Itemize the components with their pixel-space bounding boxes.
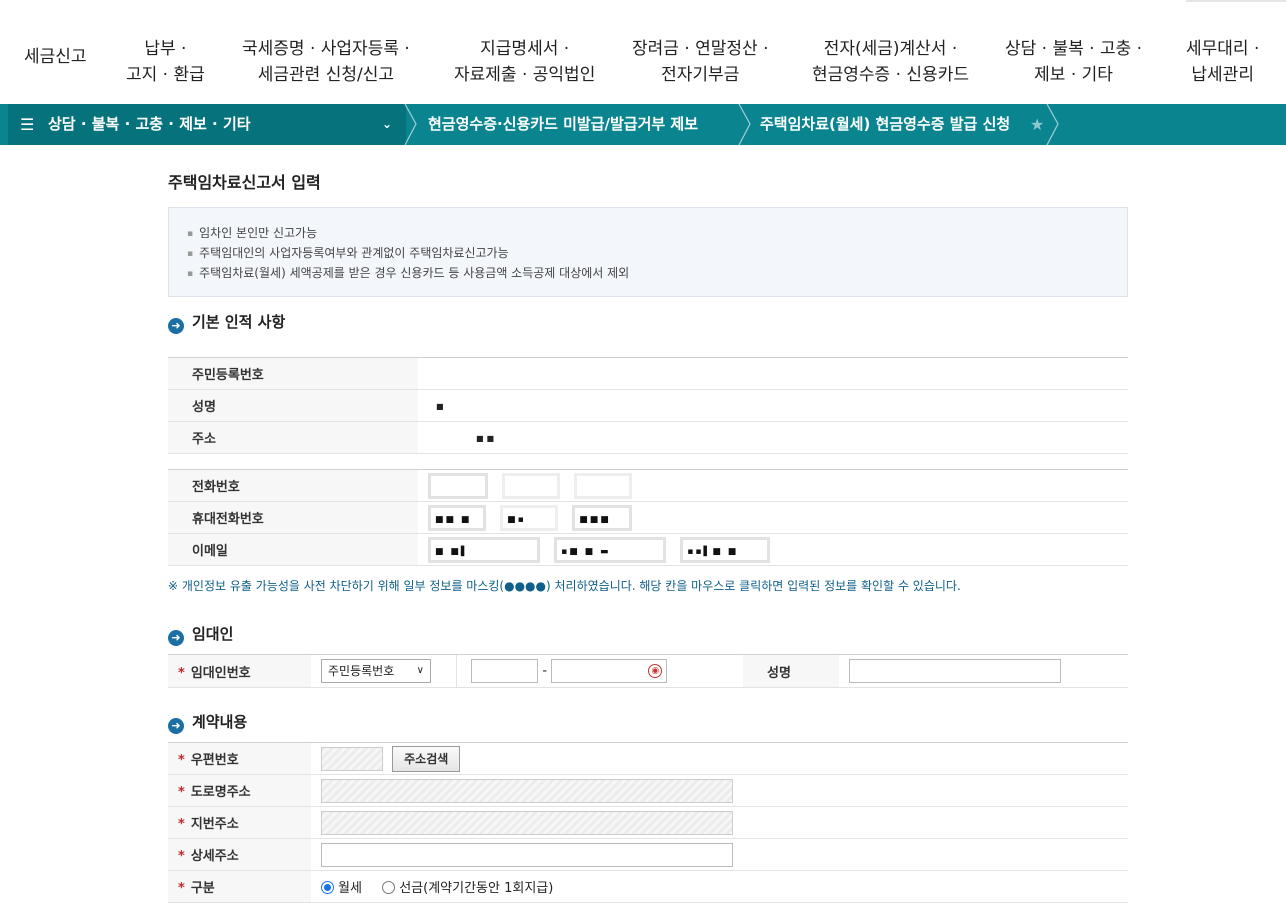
info-item: 주택임차료(월세) 세액공제를 받은 경우 신용카드 등 사용금액 소득공제 대… bbox=[187, 264, 1109, 284]
section-heading-contract: ➜ 계약내용 bbox=[168, 711, 247, 734]
breadcrumb-item-report[interactable]: 현금영수증·신용카드 미발급/발급거부 제보 bbox=[428, 104, 698, 145]
label-type: * 구분 bbox=[168, 870, 311, 903]
nav-payment-statement[interactable]: 지급명세서 · 자료제출 · 공익법인 bbox=[454, 36, 595, 88]
masking-notice: ※ 개인정보 유출 가능성을 사전 차단하기 위해 일부 정보를 마스킹(●●●… bbox=[168, 579, 961, 593]
info-item: 임차인 본인만 신고가능 bbox=[187, 224, 1109, 244]
label-email: 이메일 bbox=[168, 533, 418, 566]
jibun-address-cell bbox=[311, 806, 1128, 839]
section-heading-basic: ➜ 기본 인적 사항 bbox=[168, 311, 285, 334]
section-heading-text: 임대인 bbox=[192, 625, 234, 643]
zipcode-input[interactable] bbox=[321, 746, 383, 771]
breadcrumb-bar: ☰ 상담 · 불복 · 고충 · 제보 · 기타 ⌄ 현금영수증·신용카드 미발… bbox=[0, 104, 1286, 145]
basic-info-table: 주민등록번호 성명 ■ 주소 ■■ bbox=[168, 357, 1128, 454]
section-heading-text: 기본 인적 사항 bbox=[192, 313, 286, 331]
landlord-id-front-input[interactable] bbox=[471, 659, 539, 683]
label-phone: 전화번호 bbox=[168, 469, 418, 502]
landlord-name-cell bbox=[839, 654, 1128, 688]
label-resident-number: 주민등록번호 bbox=[168, 357, 418, 390]
nav-tax-return[interactable]: 세금신고 bbox=[24, 44, 87, 70]
landlord-id-back-input[interactable]: ◉ bbox=[551, 659, 668, 683]
road-address-cell bbox=[311, 774, 1128, 807]
star-icon[interactable]: ★ bbox=[1030, 104, 1044, 145]
landlord-table: * 임대인번호 주민등록번호 ∨ - ◉ 성명 bbox=[168, 654, 1128, 688]
value-name-masked[interactable]: ■ bbox=[418, 389, 1128, 422]
label-jibun-address: * 지번주소 bbox=[168, 806, 311, 839]
phone-field-1[interactable] bbox=[428, 472, 488, 499]
info-box: 임차인 본인만 신고가능 주택임대인의 사업자등록여부와 관계없이 주택임차료신… bbox=[168, 207, 1128, 297]
keyboard-security-icon[interactable]: ◉ bbox=[648, 664, 663, 678]
mobile-field-1[interactable]: ■■ ■ bbox=[428, 504, 486, 531]
label-mobile: 휴대전화번호 bbox=[168, 501, 418, 534]
nav-tax-agent[interactable]: 세무대리 · 납세관리 bbox=[1186, 36, 1259, 88]
top-divider bbox=[1186, 0, 1286, 2]
section-heading-text: 계약내용 bbox=[192, 713, 248, 731]
landlord-id-fields: 주민등록번호 ∨ - ◉ bbox=[311, 654, 743, 688]
arrow-circle-icon: ➜ bbox=[168, 630, 184, 646]
label-detail-address: * 상세주소 bbox=[168, 838, 311, 871]
dash-separator: - bbox=[542, 663, 548, 679]
breadcrumb-separator-icon bbox=[738, 104, 752, 145]
landlord-name-input[interactable] bbox=[849, 659, 1061, 683]
email-fields: ■ ■▌ ▪■ ■ ▬ ▪▪▌■ ■ bbox=[418, 533, 1128, 566]
jibun-address-input[interactable] bbox=[321, 810, 733, 835]
nav-certificate-registration[interactable]: 국세증명 · 사업자등록 · 세금관련 신청/신고 bbox=[242, 36, 410, 88]
label-name: 성명 bbox=[168, 389, 418, 422]
breadcrumb-item-current[interactable]: 주택임차료(월세) 현금영수증 발급 신청 bbox=[760, 104, 1010, 145]
email-id-field[interactable]: ■ ■▌ bbox=[428, 536, 540, 563]
radio-lumpsum[interactable] bbox=[382, 881, 396, 894]
road-address-input[interactable] bbox=[321, 778, 733, 803]
label-landlord-id: * 임대인번호 bbox=[168, 654, 311, 688]
chevron-down-icon[interactable]: ⌄ bbox=[382, 104, 392, 145]
mobile-field-3[interactable]: ■■■ bbox=[572, 504, 633, 531]
nav-consultation-appeal[interactable]: 상담 · 불복 · 고충 · 제보 · 기타 bbox=[1005, 36, 1142, 88]
nav-payment-refund[interactable]: 납부 · 고지 · 환급 bbox=[126, 36, 205, 88]
mobile-fields: ■■ ■ ■▪ ■■■ bbox=[418, 501, 1128, 534]
phone-field-2[interactable] bbox=[502, 472, 561, 499]
label-zipcode: * 우편번호 bbox=[168, 742, 311, 775]
email-select-field[interactable]: ▪▪▌■ ■ bbox=[680, 536, 771, 563]
detail-address-cell bbox=[311, 838, 1128, 871]
address-search-button[interactable]: 주소검색 bbox=[392, 745, 461, 772]
value-resident-number[interactable] bbox=[418, 357, 1128, 390]
detail-address-input[interactable] bbox=[321, 842, 733, 867]
top-navigation: 세금신고 납부 · 고지 · 환급 국세증명 · 사업자등록 · 세금관련 신청… bbox=[0, 0, 1286, 104]
info-item: 주택임대인의 사업자등록여부와 관계없이 주택임차료신고가능 bbox=[187, 244, 1109, 264]
breadcrumb-separator-icon bbox=[1046, 104, 1060, 145]
landlord-id-type-select[interactable]: 주민등록번호 ∨ bbox=[321, 658, 431, 683]
breadcrumb-separator-icon bbox=[404, 104, 418, 145]
page-title: 주택임차료신고서 입력 bbox=[168, 173, 321, 192]
label-road-address: * 도로명주소 bbox=[168, 774, 311, 807]
value-address-masked[interactable]: ■■ bbox=[418, 421, 1128, 454]
hamburger-icon[interactable]: ☰ bbox=[20, 104, 34, 145]
arrow-circle-icon: ➜ bbox=[168, 718, 184, 734]
nav-electronic-invoice[interactable]: 전자(세금)계산서 · 현금영수증 · 신용카드 bbox=[812, 36, 969, 88]
contact-info-table: 전화번호 휴대전화번호 ■■ ■ ■▪ ■■■ 이메일 ■ ■▌ ▪■ ■ ▬ … bbox=[168, 469, 1128, 566]
type-radio-group: 월세 선금(계약기간동안 1회지급) bbox=[311, 870, 1128, 903]
phone-fields bbox=[418, 469, 1128, 502]
phone-field-3[interactable] bbox=[574, 472, 633, 499]
radio-monthly[interactable] bbox=[321, 881, 334, 894]
arrow-circle-icon: ➜ bbox=[168, 318, 184, 334]
label-landlord-name: 성명 bbox=[743, 654, 839, 688]
breadcrumb-item-category[interactable]: 상담 · 불복 · 고충 · 제보 · 기타 bbox=[48, 104, 251, 145]
label-address: 주소 bbox=[168, 421, 418, 454]
section-heading-landlord: ➜ 임대인 bbox=[168, 623, 233, 646]
contract-table: * 우편번호 주소검색 * 도로명주소 * 지번주소 * 상세주소 * 구분 월… bbox=[168, 742, 1128, 903]
email-domain-field[interactable]: ▪■ ■ ▬ bbox=[554, 536, 667, 563]
zipcode-cell: 주소검색 bbox=[311, 742, 1128, 775]
nav-incentive-settlement[interactable]: 장려금 · 연말정산 · 전자기부금 bbox=[632, 36, 769, 88]
mobile-field-2[interactable]: ■▪ bbox=[500, 504, 559, 531]
